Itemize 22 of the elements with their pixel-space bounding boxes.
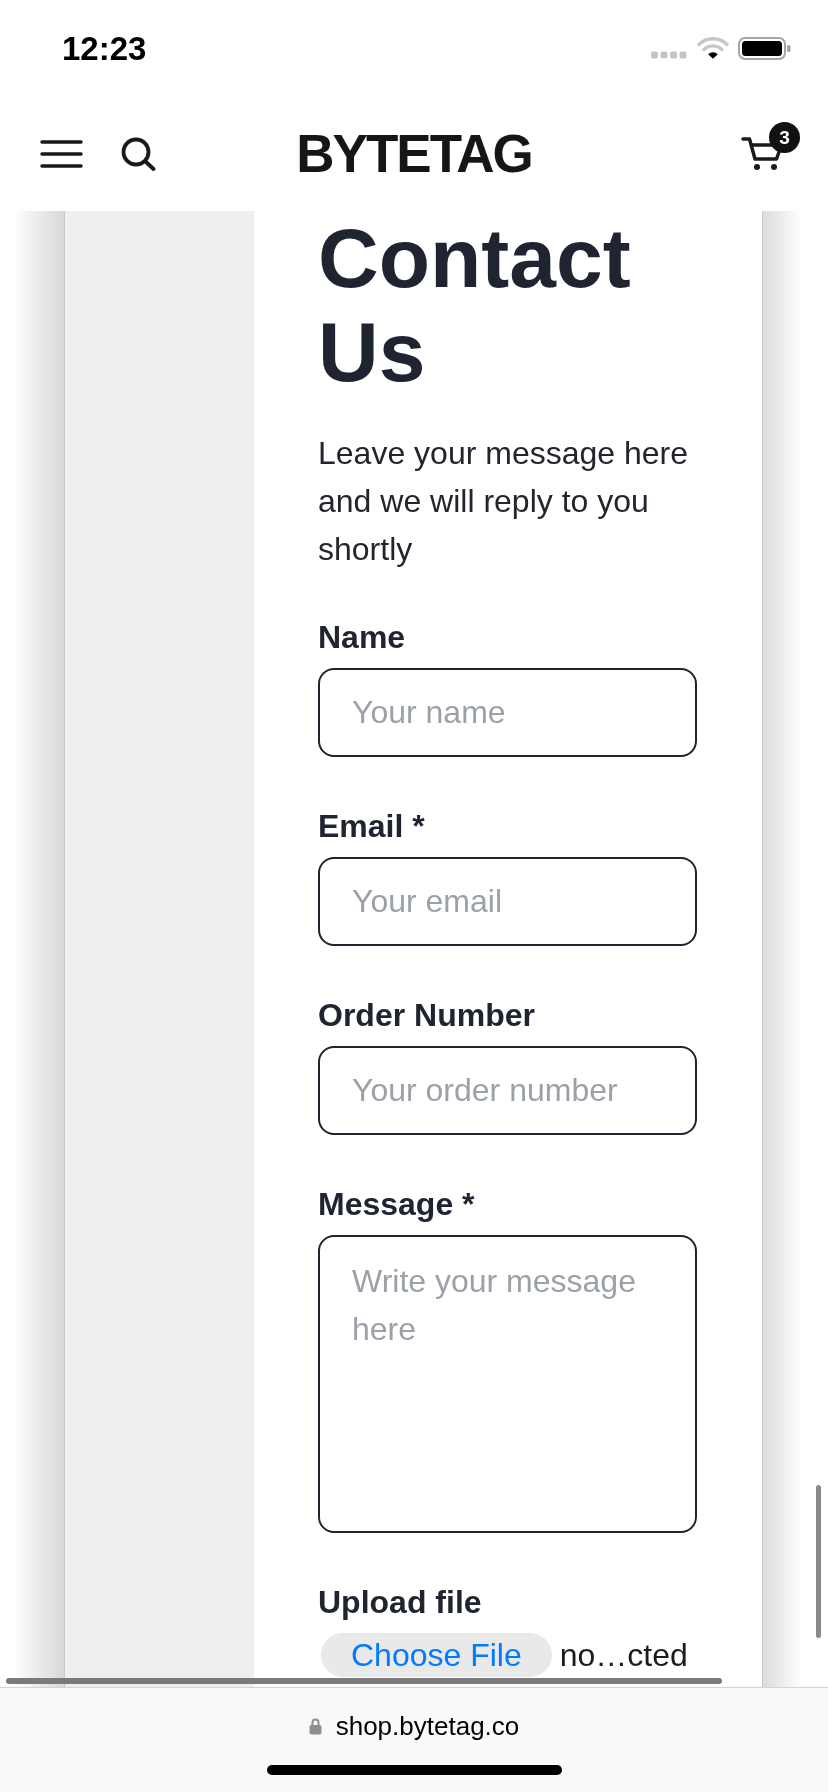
menu-icon[interactable] xyxy=(40,139,83,168)
textarea-field[interactable]: Write your message here xyxy=(318,1235,697,1533)
signal-icon xyxy=(651,51,687,59)
text-field[interactable]: Your name xyxy=(318,668,697,757)
status-time: 12:23 xyxy=(62,31,147,65)
field-label: Email * xyxy=(318,807,425,846)
intro-text: Leave your message here and we will reply to you shortly xyxy=(318,434,689,569)
cart-count-badge: 3 xyxy=(769,122,800,153)
field-label: Order Number xyxy=(318,996,535,1035)
field-label: Message * xyxy=(318,1185,475,1224)
brand-logo[interactable]: BYTETAG xyxy=(296,127,532,180)
text-field[interactable]: Your order number xyxy=(318,1046,697,1135)
text-field[interactable]: Your email xyxy=(318,857,697,946)
page-title: Contact Us xyxy=(318,211,632,399)
field-label: Name xyxy=(318,618,406,657)
wifi-icon xyxy=(697,37,729,59)
lock-icon xyxy=(308,1717,322,1735)
search-icon[interactable] xyxy=(121,136,156,171)
field-label: Upload file xyxy=(318,1583,482,1622)
url-text[interactable]: shop.bytetag.co xyxy=(335,1711,520,1741)
battery-icon xyxy=(738,36,791,60)
file-status-text: no…cted xyxy=(559,1637,688,1673)
